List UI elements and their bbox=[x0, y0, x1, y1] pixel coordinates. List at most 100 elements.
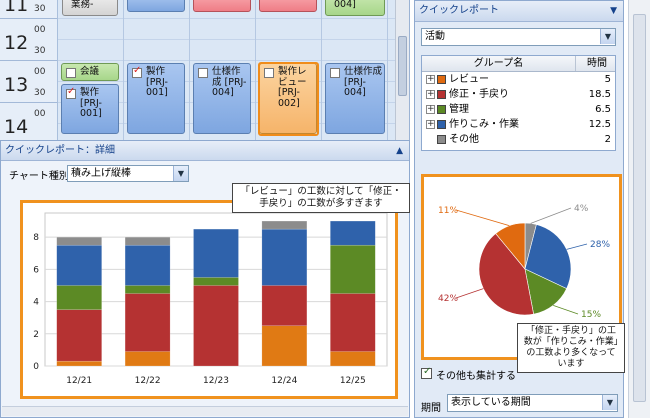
appointment-text: 004] bbox=[334, 0, 356, 10]
checkbox-icon[interactable] bbox=[198, 68, 208, 78]
y-tick-label: 2 bbox=[33, 330, 39, 340]
hour-divider bbox=[0, 60, 57, 61]
group-by-value: 活動 bbox=[425, 31, 445, 42]
checkbox-icon[interactable] bbox=[66, 68, 76, 78]
y-tick-label: 8 bbox=[33, 233, 39, 243]
checkbox-checked-icon[interactable] bbox=[132, 66, 142, 78]
appointment-card[interactable]: 仕様作成 [PRJ-004] bbox=[193, 63, 251, 134]
table-row[interactable]: + 管理 6.5 bbox=[422, 102, 615, 117]
checkbox-icon[interactable] bbox=[264, 68, 274, 78]
table-row[interactable]: + レビュー 5 bbox=[422, 72, 615, 87]
bar-segment bbox=[124, 244, 171, 286]
minute-label: 00 bbox=[34, 67, 46, 77]
minute-label: 30 bbox=[34, 46, 46, 56]
calendar-scrollbar[interactable] bbox=[395, 0, 409, 140]
bar-segment bbox=[193, 285, 239, 367]
hour-divider bbox=[0, 102, 57, 103]
group-name: 作りこみ・作業 bbox=[449, 119, 519, 130]
y-tick-label: 6 bbox=[33, 265, 39, 275]
collapse-icon[interactable]: ▲ bbox=[396, 141, 403, 161]
color-swatch bbox=[437, 105, 446, 114]
bar-segment bbox=[124, 285, 171, 294]
hour-label: 12 bbox=[4, 32, 29, 54]
appointment-card[interactable]: 製作 [PRJ-001] bbox=[61, 84, 119, 134]
group-name: 修正・手戻り bbox=[449, 89, 509, 100]
bar-segment bbox=[261, 325, 308, 367]
bar-segment bbox=[193, 228, 239, 278]
checkbox-icon[interactable] bbox=[330, 68, 340, 78]
bar-segment bbox=[56, 236, 102, 246]
bar-segment bbox=[330, 351, 376, 367]
page-scrollbar[interactable] bbox=[628, 0, 650, 418]
bar-segment bbox=[124, 351, 171, 367]
chevron-down-icon[interactable]: ▼ bbox=[173, 166, 188, 181]
chart-type-label: チャート種別 bbox=[9, 171, 69, 182]
time-column: 11 12 13 14 30 00 30 00 30 00 bbox=[0, 0, 58, 140]
bar-segment bbox=[330, 244, 376, 294]
hour-label: 11 bbox=[4, 0, 29, 16]
group-hours: 5 bbox=[604, 74, 611, 85]
x-tick-label: 12/25 bbox=[340, 376, 366, 386]
leader-line bbox=[553, 304, 579, 315]
quick-report-title: クイックレポート bbox=[419, 5, 499, 16]
period-label: 期間 bbox=[421, 403, 441, 414]
bar-segment bbox=[193, 277, 239, 286]
table-row[interactable]: + 作りこみ・作業 12.5 bbox=[422, 117, 615, 132]
quick-report-header: クイックレポート ▼ bbox=[415, 1, 623, 22]
x-tick-label: 12/23 bbox=[203, 376, 229, 386]
appointment-card[interactable]: 仕様作成 [PRJ-004] bbox=[325, 63, 385, 134]
appointment-card[interactable] bbox=[259, 0, 317, 12]
appointment-card[interactable] bbox=[193, 0, 251, 12]
detail-header: クイックレポート：詳細 ▲ bbox=[1, 141, 409, 161]
color-swatch bbox=[437, 75, 446, 84]
period-select[interactable]: 表示している期間 ▼ bbox=[447, 394, 618, 412]
table-row[interactable]: + 修正・手戻り 18.5 bbox=[422, 87, 615, 102]
expand-icon[interactable]: + bbox=[426, 90, 435, 99]
horizontal-scrollbar[interactable] bbox=[2, 406, 408, 416]
appointment-card[interactable]: 業務- bbox=[62, 0, 118, 16]
detail-title: クイックレポート：詳細 bbox=[5, 145, 115, 156]
group-hours: 2 bbox=[604, 134, 611, 145]
calendar-view[interactable]: 11 12 13 14 30 00 30 00 30 00 業務- 004] 会… bbox=[0, 0, 410, 140]
group-hours: 6.5 bbox=[595, 104, 611, 115]
bar-segment bbox=[261, 285, 308, 326]
appointment-text: 製作 [PRJ-001] bbox=[80, 87, 102, 119]
chart-controls: チャート種別 積み上げ縦棒 ▼ bbox=[1, 161, 409, 185]
color-swatch bbox=[437, 90, 446, 99]
appointment-card[interactable]: 製作レビュー [PRJ-002] bbox=[259, 63, 317, 134]
quick-report-panel: クイックレポート ▼ 活動 ▼ グループ名 時間 + レビュー 5 + 修正・手… bbox=[414, 0, 625, 418]
expand-icon[interactable]: + bbox=[426, 75, 435, 84]
chevron-down-icon[interactable]: ▼ bbox=[600, 29, 615, 44]
chevron-down-icon[interactable]: ▼ bbox=[602, 395, 617, 410]
chart-type-select[interactable]: 積み上げ縦棒 ▼ bbox=[67, 165, 189, 182]
expand-icon[interactable]: + bbox=[426, 120, 435, 129]
group-by-select[interactable]: 活動 ▼ bbox=[421, 28, 616, 46]
scroll-thumb[interactable] bbox=[633, 14, 646, 402]
column-header-hours[interactable]: 時間 bbox=[578, 56, 616, 71]
appointment-card[interactable]: 004] bbox=[325, 0, 385, 16]
chevron-down-icon[interactable]: ▼ bbox=[610, 1, 617, 21]
group-table: グループ名 時間 + レビュー 5 + 修正・手戻り 18.5 + 管理 6.5… bbox=[421, 55, 616, 151]
minute-label: 00 bbox=[34, 109, 46, 119]
bar-segment bbox=[261, 220, 308, 230]
pie-callout: 「修正・手戻り」の工数が「作りこみ・作業」の工数より多くなっています bbox=[517, 323, 625, 373]
color-swatch bbox=[437, 120, 446, 129]
checkbox-checked-icon[interactable] bbox=[421, 366, 432, 379]
include-others-label: その他も集計する bbox=[436, 371, 516, 382]
appointment-card[interactable]: 製作 [PRJ-001] bbox=[127, 63, 185, 134]
bar-segment bbox=[56, 360, 102, 367]
table-row[interactable]: その他 2 bbox=[422, 132, 615, 147]
bar-segment bbox=[261, 228, 308, 286]
chart-callout: 「レビュー」の工数に対して「修正・手戻り」の工数が多すぎます bbox=[232, 183, 410, 213]
expand-icon[interactable]: + bbox=[426, 105, 435, 114]
stacked-bar-chart: 0 2 4 6 8 12/21 12/22 12/23 12/24 12/25 bbox=[33, 212, 388, 386]
y-tick-label: 4 bbox=[33, 298, 39, 308]
appointment-text: 仕様作成 [PRJ-004] bbox=[344, 66, 383, 98]
bar-segment bbox=[124, 293, 171, 352]
scroll-thumb[interactable] bbox=[398, 36, 407, 96]
group-hours: 18.5 bbox=[588, 89, 611, 100]
column-header-group[interactable]: グループ名 bbox=[422, 56, 576, 71]
appointment-card[interactable] bbox=[127, 0, 185, 12]
checkbox-checked-icon[interactable] bbox=[66, 87, 76, 99]
appointment-card[interactable]: 会議 bbox=[61, 63, 119, 81]
